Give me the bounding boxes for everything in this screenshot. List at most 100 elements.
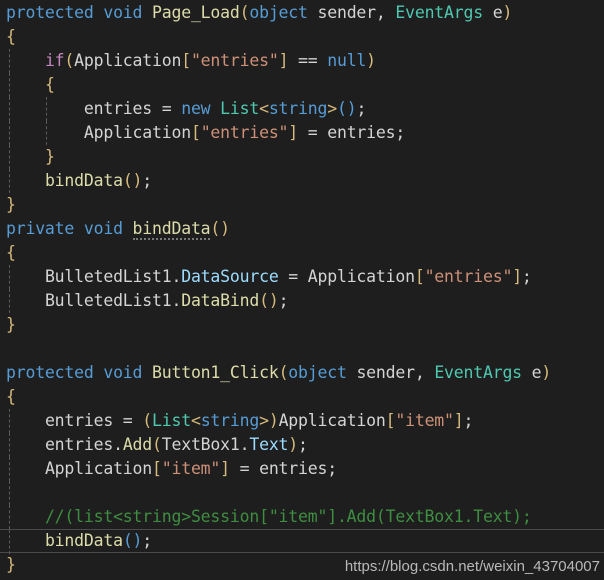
code-token: private xyxy=(6,219,75,238)
code-token: ] xyxy=(220,459,230,478)
code-line[interactable]: bindData(); xyxy=(0,529,604,554)
code-token: Text xyxy=(249,435,289,454)
code-token: = xyxy=(229,459,260,478)
code-line[interactable]: { xyxy=(0,73,604,97)
code-token: EventArgs xyxy=(434,363,522,382)
code-token: EventArgs xyxy=(395,3,483,22)
code-editor[interactable]: protected void Page_Load(object sender, … xyxy=(0,0,604,580)
code-token: Add xyxy=(122,435,153,454)
code-token: "entries" xyxy=(190,51,279,70)
code-token: ] xyxy=(288,123,299,142)
code-token: ( xyxy=(278,363,289,382)
code-token: . xyxy=(113,435,123,454)
code-line[interactable]: bindData(); xyxy=(0,169,604,193)
code-token: ) xyxy=(288,435,299,454)
code-token: == xyxy=(298,51,318,70)
code-token: ; xyxy=(298,435,308,454)
code-token: < xyxy=(259,99,269,118)
code-token: bindData xyxy=(44,531,123,550)
code-token: < xyxy=(190,411,201,430)
code-token: { xyxy=(6,243,16,262)
code-line[interactable]: //(list<string>Session["item"].Add(TextB… xyxy=(0,505,604,529)
code-line[interactable]: private void bindData() xyxy=(0,217,604,241)
code-line[interactable]: entries = new List<string>(); xyxy=(0,97,604,121)
code-token: string xyxy=(200,411,260,430)
code-line[interactable]: entries.Add(TextBox1.Text); xyxy=(0,433,604,457)
code-token: entries xyxy=(83,99,153,118)
code-token: Application xyxy=(74,51,182,70)
code-line[interactable]: } xyxy=(0,553,604,577)
code-token: [ xyxy=(385,411,396,430)
code-token: ( xyxy=(122,171,133,190)
code-token: ; xyxy=(142,531,153,550)
code-token: ) xyxy=(132,171,143,190)
code-token: [ xyxy=(190,123,201,142)
code-line[interactable]: } xyxy=(0,193,604,217)
code-token: ] xyxy=(278,51,289,70)
code-line[interactable]: BulletedList1.DataSource = Application["… xyxy=(0,265,604,289)
code-token: Button1_Click xyxy=(152,363,279,382)
code-line[interactable]: Application["entries"] = entries; xyxy=(0,121,604,145)
code-token: , xyxy=(375,3,396,22)
code-token: > xyxy=(327,99,337,118)
code-token: protected xyxy=(6,363,94,382)
code-token: ( xyxy=(259,291,269,310)
code-lines-container[interactable]: protected void Page_Load(object sender, … xyxy=(0,0,604,577)
code-token: protected xyxy=(6,3,94,22)
code-token: "entries" xyxy=(424,267,513,286)
code-line[interactable]: protected void Button1_Click(object send… xyxy=(0,361,604,385)
code-token: } xyxy=(6,315,16,334)
code-token: ] xyxy=(512,267,522,286)
code-token: ) xyxy=(366,51,376,70)
indent-guide xyxy=(9,481,10,505)
code-token: ; xyxy=(395,123,406,142)
code-token: entries xyxy=(44,411,114,430)
code-token: ; xyxy=(463,411,474,430)
code-token: void xyxy=(83,219,123,238)
code-token: Application xyxy=(83,123,191,142)
code-line[interactable]: { xyxy=(0,241,604,265)
code-token: sender xyxy=(317,3,377,22)
code-token: bindData xyxy=(44,171,123,190)
code-token: DataBind xyxy=(181,291,260,310)
code-token: ; xyxy=(356,99,367,118)
code-line[interactable]: entries = (List<string>)Application["ite… xyxy=(0,409,604,433)
code-line[interactable]: Application["item"] = entries; xyxy=(0,457,604,481)
code-line[interactable]: { xyxy=(0,25,604,49)
code-line[interactable]: if(Application["entries"] == null) xyxy=(0,49,604,73)
code-token: Application xyxy=(307,267,415,286)
code-token: } xyxy=(6,555,16,574)
code-token: entries xyxy=(44,435,114,454)
code-line[interactable] xyxy=(0,481,604,505)
code-line[interactable]: BulletedList1.DataBind(); xyxy=(0,289,604,313)
code-line[interactable] xyxy=(0,337,604,361)
code-line[interactable]: { xyxy=(0,385,604,409)
code-line[interactable]: protected void Page_Load(object sender, … xyxy=(0,1,604,25)
code-token: TextBox1 xyxy=(161,435,240,454)
code-token: if xyxy=(44,51,65,70)
code-line[interactable]: } xyxy=(0,313,604,337)
code-token: null xyxy=(327,51,367,70)
code-token: object xyxy=(288,363,347,382)
code-token: "item" xyxy=(161,459,221,478)
code-token: Page_Load xyxy=(152,3,240,22)
code-token: BulletedList1 xyxy=(44,291,172,310)
code-line[interactable]: } xyxy=(0,145,604,169)
code-token: List xyxy=(220,99,260,118)
code-token: = xyxy=(298,123,328,142)
code-token: ; xyxy=(521,267,532,286)
